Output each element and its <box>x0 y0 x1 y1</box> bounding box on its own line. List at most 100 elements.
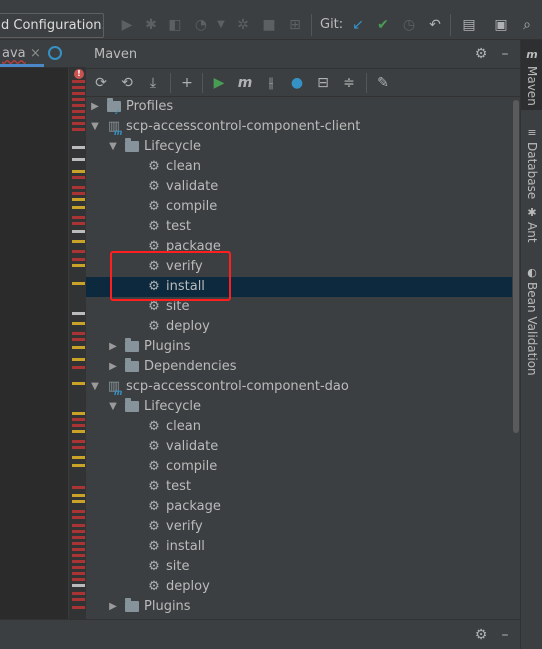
debug-icon[interactable]: ✱ <box>142 16 160 34</box>
chevron-right-icon[interactable]: ▶ <box>108 597 118 617</box>
error-stripe-mark[interactable] <box>72 282 85 285</box>
error-stripe-mark[interactable] <box>72 192 85 195</box>
error-stripe-mark[interactable] <box>72 98 85 101</box>
error-stripe-mark[interactable] <box>72 86 85 89</box>
lifecycle-goal-item[interactable]: ⚙ clean <box>86 417 512 437</box>
error-stripe-mark[interactable] <box>72 418 85 421</box>
error-stripe-mark[interactable] <box>72 170 85 173</box>
settings-wrench-icon[interactable]: ✎ <box>374 74 392 92</box>
error-stripe-mark[interactable] <box>72 186 85 189</box>
lifecycle-goal-item[interactable]: ⚙ compile <box>86 457 512 477</box>
git-commit-icon[interactable]: ✔ <box>374 16 392 34</box>
class-icon[interactable] <box>48 46 62 60</box>
coverage-icon[interactable]: ◧ <box>166 16 184 34</box>
project-structure-icon[interactable]: ▤ <box>460 16 478 34</box>
error-stripe-mark[interactable] <box>72 198 85 201</box>
error-stripe-mark[interactable] <box>72 146 85 149</box>
maven-module-item[interactable]: ▼ ▥ m scp-accesscontrol-component-dao <box>86 377 512 397</box>
maven-goal-icon[interactable]: m <box>236 74 254 92</box>
error-stripe-mark[interactable] <box>72 258 85 261</box>
build-icon[interactable]: ✲ <box>234 16 252 34</box>
toggle-offline-icon[interactable]: ⫲ <box>262 74 280 92</box>
error-stripe-mark[interactable] <box>72 110 85 113</box>
download-icon[interactable]: ⤓ <box>144 74 162 92</box>
error-stripe-mark[interactable] <box>72 80 85 83</box>
error-icon[interactable]: ! <box>74 69 84 79</box>
run-icon[interactable]: ▶ <box>210 74 228 92</box>
generate-sources-icon[interactable]: ⟲ <box>118 74 136 92</box>
error-stripe-mark[interactable] <box>72 464 85 467</box>
reload-icon[interactable]: ⟳ <box>92 74 110 92</box>
error-stripe-mark[interactable] <box>72 322 85 325</box>
error-stripe-mark[interactable] <box>72 240 85 243</box>
stop-icon[interactable]: ■ <box>260 16 278 34</box>
rollback-icon[interactable]: ↶ <box>426 16 444 34</box>
gear-icon[interactable]: ⚙ <box>472 626 490 644</box>
tool-window-tab-ant[interactable]: ✱ Ant <box>521 200 542 250</box>
error-stripe-mark[interactable] <box>72 486 85 489</box>
error-stripe-mark[interactable] <box>72 104 85 107</box>
error-stripe-mark[interactable] <box>72 430 85 433</box>
tree-node-item[interactable]: ▶ Plugins <box>86 597 512 617</box>
error-stripe-mark[interactable] <box>72 346 85 349</box>
tool-window-tab-database[interactable]: ≡ Database <box>521 120 542 200</box>
chevron-down-icon[interactable]: ▼ <box>90 117 100 137</box>
error-stripe-mark[interactable] <box>72 584 85 587</box>
error-stripe-mark[interactable] <box>72 312 85 315</box>
error-stripe-mark[interactable] <box>72 92 85 95</box>
error-stripe-mark[interactable] <box>72 572 85 575</box>
chevron-right-icon[interactable]: ▶ <box>108 357 118 377</box>
tool-window-tab-bean-validation[interactable]: ◐ Bean Validation <box>521 260 542 380</box>
minimize-icon[interactable]: – <box>496 45 514 63</box>
editor-tab[interactable]: ava × <box>0 40 44 67</box>
error-stripe-mark[interactable] <box>72 578 85 581</box>
git-update-icon[interactable]: ↙ <box>349 16 367 34</box>
error-stripe-mark[interactable] <box>72 382 85 385</box>
lifecycle-goal-item[interactable]: ⚙ clean <box>86 157 512 177</box>
chevron-right-icon[interactable]: ▶ <box>108 337 118 357</box>
run-configuration-selector[interactable]: d Configuration... <box>0 13 104 38</box>
show-dependencies-icon[interactable]: ⊟ <box>314 74 332 92</box>
dropdown-icon[interactable]: ▼ <box>212 16 230 34</box>
tree-node-item[interactable]: ▶ Dependencies <box>86 357 512 377</box>
lifecycle-goal-item[interactable]: ⚙ test <box>86 217 512 237</box>
error-stripe-mark[interactable] <box>72 358 85 361</box>
error-stripe-mark[interactable] <box>72 494 85 497</box>
error-stripe-mark[interactable] <box>72 222 85 225</box>
lifecycle-goal-item[interactable]: ⚙ site <box>86 557 512 577</box>
scrollbar-thumb[interactable] <box>513 100 519 433</box>
error-stripe-mark[interactable] <box>72 424 85 427</box>
close-icon[interactable]: × <box>30 40 41 67</box>
error-stripe-mark[interactable] <box>72 264 85 267</box>
minimize-icon[interactable]: – <box>496 626 514 644</box>
error-stripe-mark[interactable] <box>72 554 85 557</box>
tree-node-item[interactable]: ▶ ✓ Profiles <box>86 97 512 117</box>
error-stripe-mark[interactable] <box>72 524 85 527</box>
error-stripe-mark[interactable] <box>72 412 85 415</box>
lifecycle-goal-item[interactable]: ⚙ package <box>86 497 512 517</box>
gear-icon[interactable]: ⚙ <box>472 45 490 63</box>
tool-window-tab-maven[interactable]: m Maven <box>521 40 542 110</box>
chevron-down-icon[interactable]: ▼ <box>108 137 118 157</box>
tree-node-item[interactable]: ▼ Lifecycle <box>86 137 512 157</box>
error-stripe-mark[interactable] <box>72 456 85 459</box>
error-stripe-mark[interactable] <box>72 536 85 539</box>
history-icon[interactable]: ◷ <box>400 16 418 34</box>
lifecycle-goal-item[interactable]: ⚙ compile <box>86 197 512 217</box>
error-stripe-mark[interactable] <box>72 176 85 179</box>
lifecycle-goal-item[interactable]: ⚙ validate <box>86 177 512 197</box>
error-stripe-mark[interactable] <box>72 606 85 609</box>
lifecycle-goal-item[interactable]: ⚙ install <box>86 537 512 557</box>
error-stripe-mark[interactable] <box>72 128 85 131</box>
skip-tests-icon[interactable]: ● <box>288 74 306 92</box>
error-stripe-mark[interactable] <box>72 566 85 569</box>
lifecycle-goal-item[interactable]: ⚙ deploy <box>86 317 512 337</box>
error-stripe-mark[interactable] <box>72 598 85 601</box>
error-stripe-mark[interactable] <box>72 516 85 519</box>
error-stripe-mark[interactable] <box>72 366 85 369</box>
error-stripe-mark[interactable] <box>72 332 85 335</box>
profile-icon[interactable]: ◔ <box>192 16 210 34</box>
collapse-all-icon[interactable]: ≑ <box>340 74 358 92</box>
error-stripe-mark[interactable] <box>72 500 85 503</box>
error-stripe-mark[interactable] <box>72 206 85 209</box>
